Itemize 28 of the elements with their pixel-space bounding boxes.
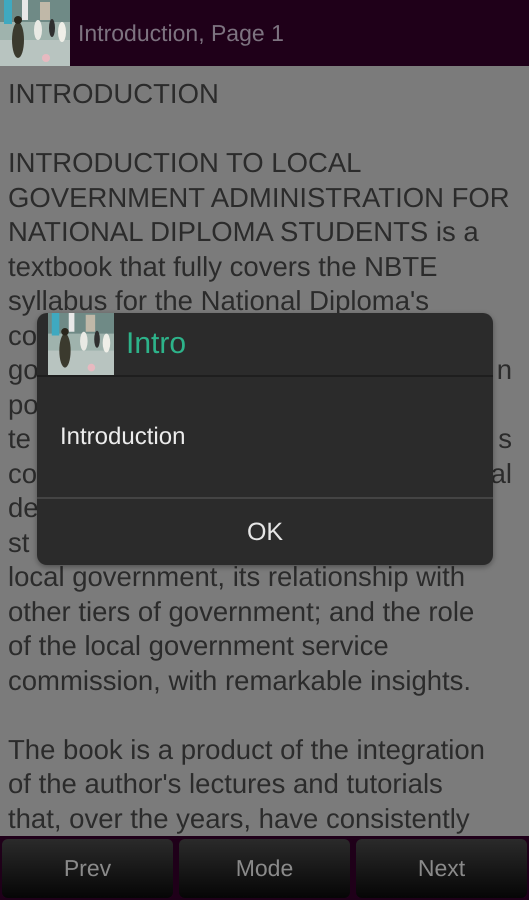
body-text-line: commission, with remarkable insights. [8,664,472,696]
body-text-fragment: go [8,353,39,387]
body-text-fragment: co [8,318,38,352]
body-text-line: INTRODUCTION TO LOCAL [8,147,362,178]
body-text-fragment: st [8,526,30,560]
body-text-fragment: po [8,388,39,422]
body-text-line: of the author's lectures and tutorials [8,768,443,799]
nav-button[interactable]: Prev [2,839,173,898]
body-text-line: textbook that fully covers the NBTE [8,250,438,282]
body-text-fragment: co [8,456,38,490]
body-text-line: of the local government service [8,630,389,661]
body-text-fragment: de [8,491,39,525]
body-text-line: that, over the years, have consistently [8,802,470,834]
body-text-fragment: al [490,456,512,490]
body-text-line: other tiers of government; and the role [8,596,474,626]
heading: INTRODUCTION [8,77,220,111]
body-text-fragment: n [496,353,512,387]
body-text-fragment: s [498,422,512,456]
body-text-line: NATIONAL DIPLOMA STUDENTS is a [8,216,479,247]
nav-button[interactable]: Next [356,839,527,898]
dialog-message: Introduction [60,423,186,451]
body-text-line: syllabus for the National Diploma's [8,285,429,316]
nav-button[interactable]: Mode [179,839,350,898]
body-text-line: GOVERNMENT ADMINISTRATION FOR [8,182,510,212]
dialog-title: Intro [126,327,186,361]
body-text-fragment: te [8,422,31,456]
page-title: Introduction, Page 1 [78,20,284,46]
body-text-line: The book is a product of the integration [8,734,485,764]
